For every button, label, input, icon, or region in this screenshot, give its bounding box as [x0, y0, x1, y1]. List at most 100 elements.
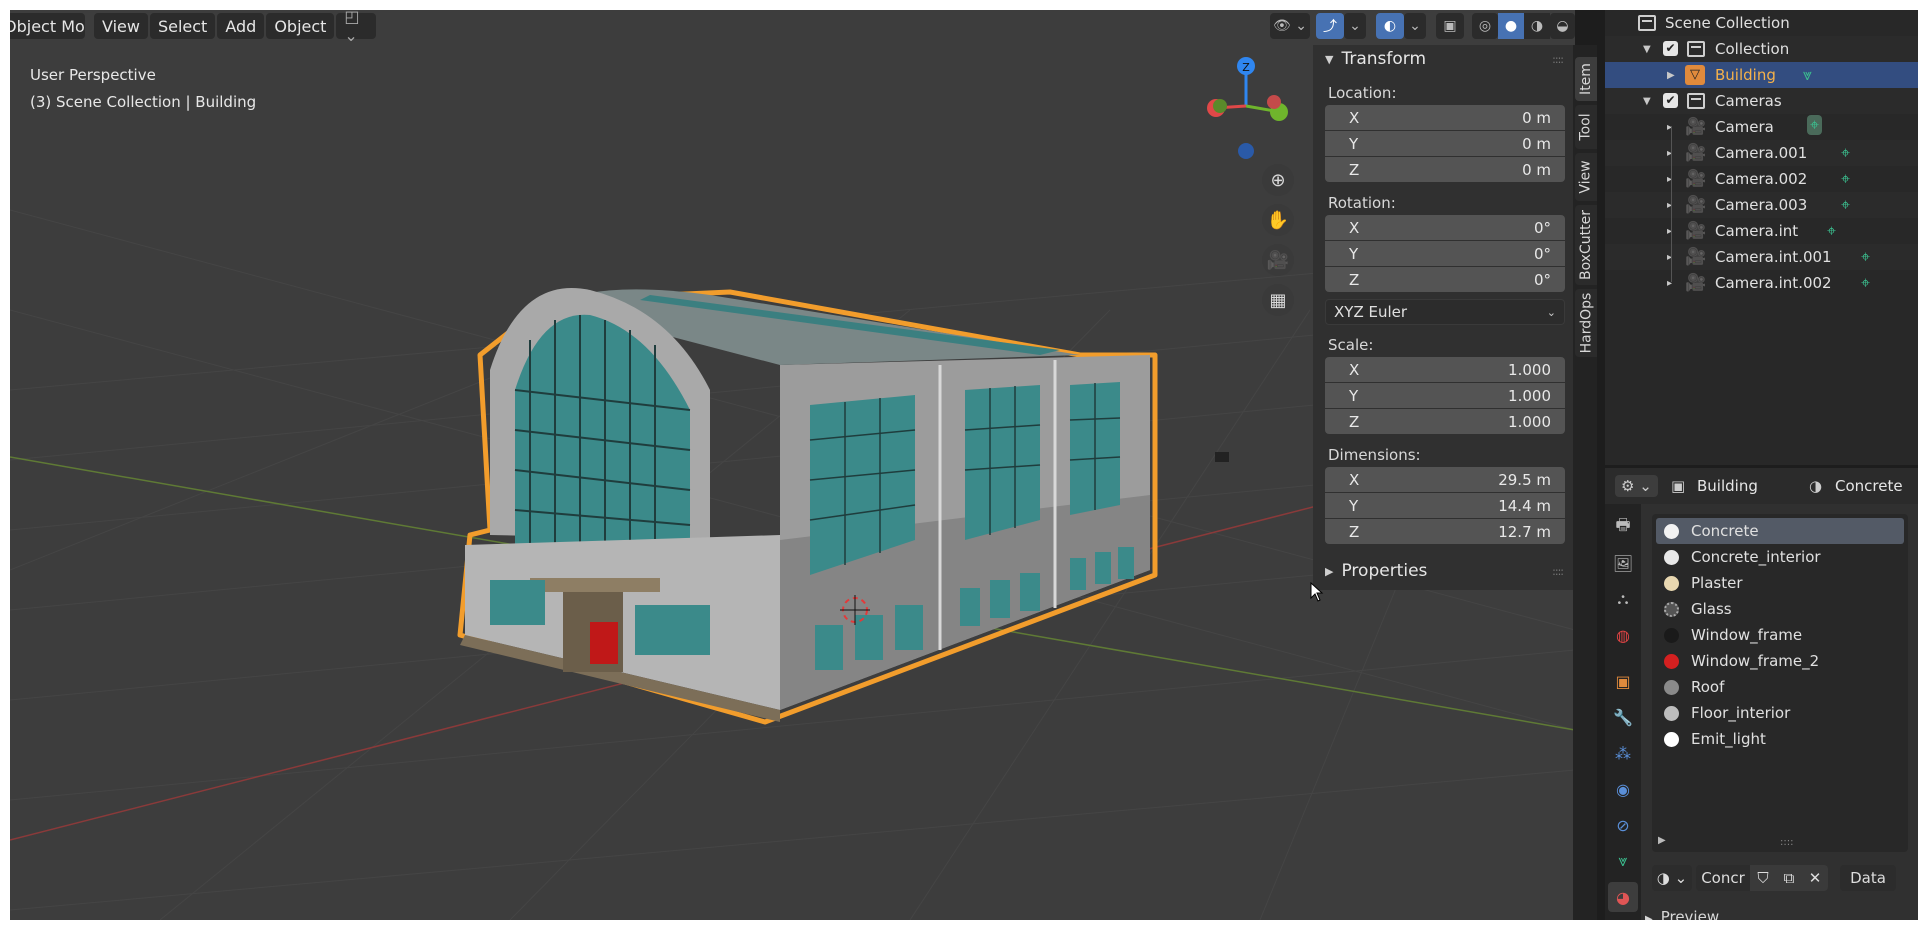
camera-data-icon[interactable]: ⌖ [1861, 247, 1870, 267]
camera-data-icon[interactable]: ⌖ [1861, 273, 1870, 293]
outliner-camera-int-001[interactable]: ▸ 🎥 Camera.int.001 ⌖ [1605, 244, 1918, 270]
camera-marker[interactable] [1215, 452, 1229, 462]
rotation-z-field[interactable]: Z 0° [1325, 267, 1565, 292]
outliner-camera[interactable]: ▸ 🎥 Camera ⌖ [1605, 114, 1918, 140]
navigation-gizmo[interactable]: Z [1196, 56, 1296, 159]
xray-toggle[interactable]: ▣ [1436, 13, 1464, 39]
transform-panel-header[interactable]: ▼ Transform :::: [1313, 45, 1573, 73]
link-data-dropdown[interactable]: Data [1840, 865, 1896, 891]
zoom-button[interactable]: ⊕ [1262, 164, 1294, 196]
dimensions-z-field[interactable]: Z 12.7 m [1325, 519, 1565, 544]
physics-tab[interactable]: ◉ [1608, 774, 1638, 804]
material-slot-plaster[interactable]: Plaster [1656, 570, 1904, 596]
scale-x-field[interactable]: X 1.000 [1325, 357, 1565, 382]
menu-add[interactable]: Add [217, 13, 265, 39]
perspective-toggle-button[interactable]: ▦ [1262, 284, 1294, 316]
properties-panel-header[interactable]: ▶ Properties :::: [1313, 557, 1573, 585]
expand-arrow-icon[interactable]: ▼ [1643, 44, 1651, 55]
output-tab[interactable]: 🖼 [1608, 548, 1638, 578]
overlays-toggle[interactable]: ◐ [1376, 13, 1404, 39]
material-slot-roof[interactable]: Roof [1656, 674, 1904, 700]
material-slot-window-frame[interactable]: Window_frame [1656, 622, 1904, 648]
outliner-camera-002[interactable]: ▸ 🎥 Camera.002 ⌖ [1605, 166, 1918, 192]
outliner-camera-int[interactable]: ▸ 🎥 Camera.int ⌖ [1605, 218, 1918, 244]
expand-arrow-icon[interactable]: ▶ [1658, 835, 1666, 846]
exclude-checkbox[interactable]: ✔ [1663, 41, 1678, 56]
dimensions-x-field[interactable]: X 29.5 m [1325, 467, 1565, 492]
resize-handle-icon[interactable]: :::: [1780, 837, 1793, 848]
world-tab[interactable]: ◍ [1608, 620, 1638, 650]
material-slot-concrete-interior[interactable]: Concrete_interior [1656, 544, 1904, 570]
browse-material-button[interactable]: ◑ ⌄ [1652, 865, 1692, 891]
object-tab[interactable]: ▣ [1608, 666, 1638, 696]
data-tab[interactable]: ⩔ [1608, 846, 1638, 876]
visibility-dropdown[interactable]: 👁 ⌄ [1270, 13, 1310, 39]
constraints-tab[interactable]: ⊘ [1608, 810, 1638, 840]
exclude-checkbox[interactable]: ✔ [1663, 93, 1678, 108]
overlays-dropdown[interactable]: ⌄ [1404, 13, 1426, 39]
fake-user-button[interactable]: ⛉ [1750, 865, 1776, 891]
scene-tab[interactable]: ⛬ [1608, 584, 1638, 614]
outliner-camera-int-002[interactable]: ▸ 🎥 Camera.int.002 ⌖ [1605, 270, 1918, 296]
editor-type-dropdown[interactable]: ⚙ ⌄ [1615, 475, 1658, 497]
pan-button[interactable]: ✋ [1262, 204, 1294, 236]
outliner-camera-003[interactable]: ▸ 🎥 Camera.003 ⌖ [1605, 192, 1918, 218]
outliner-collection[interactable]: ▼ ✔ Collection [1605, 36, 1918, 62]
menu-select[interactable]: Select [149, 13, 216, 39]
modifier-tab[interactable]: 🔧 [1608, 702, 1638, 732]
tab-boxcutter[interactable]: BoxCutter [1575, 205, 1597, 285]
gizmo-toggle[interactable]: ⤴ [1316, 13, 1344, 39]
material-slot-emit-light[interactable]: Emit_light [1656, 726, 1904, 752]
rotation-y-field[interactable]: Y 0° [1325, 241, 1565, 266]
tab-view[interactable]: View [1575, 153, 1597, 201]
menu-view[interactable]: View [94, 13, 148, 39]
camera-data-icon[interactable]: ⌖ [1807, 115, 1823, 135]
material-slot-concrete[interactable]: Concrete [1656, 518, 1904, 544]
tab-tool[interactable]: Tool [1575, 105, 1597, 149]
camera-data-icon[interactable]: ⌖ [1841, 195, 1850, 215]
render-tab[interactable]: 🖶 [1608, 512, 1638, 542]
3d-viewport[interactable]: Z Object Mode ⌄ View Select Add Object ◰… [10, 10, 1575, 920]
material-slot-window-frame-2[interactable]: Window_frame_2 [1656, 648, 1904, 674]
material-slot-floor-interior[interactable]: Floor_interior [1656, 700, 1904, 726]
expand-arrow-icon[interactable]: ▶ [1667, 70, 1675, 81]
camera-data-icon[interactable]: ⌖ [1841, 143, 1850, 163]
rotation-mode-dropdown[interactable]: XYZ Euler ⌄ [1325, 299, 1565, 325]
unlink-material-button[interactable]: ✕ [1802, 865, 1828, 891]
transform-orientation-dropdown[interactable]: ◰ ⌄ [336, 10, 377, 45]
shading-solid-button[interactable]: ● [1498, 13, 1524, 39]
location-y-field[interactable]: Y 0 m [1325, 131, 1565, 156]
interaction-mode-dropdown[interactable]: Object Mode ⌄ [10, 13, 85, 39]
particles-tab[interactable]: ⁂ [1608, 738, 1638, 768]
tab-item[interactable]: Item [1575, 57, 1597, 101]
expand-arrow-icon[interactable]: ▼ [1643, 96, 1651, 107]
material-slot-glass[interactable]: Glass [1656, 596, 1904, 622]
scale-y-field[interactable]: Y 1.000 [1325, 383, 1565, 408]
shading-rendered-button[interactable]: ◒ [1550, 13, 1575, 39]
drag-handle-icon[interactable]: :::: [1552, 565, 1564, 578]
camera-data-icon[interactable]: ⌖ [1827, 221, 1836, 241]
material-tab[interactable]: ◕ [1608, 882, 1638, 912]
shading-wireframe-button[interactable]: ◎ [1472, 13, 1498, 39]
outliner-camera-001[interactable]: ▸ 🎥 Camera.001 ⌖ [1605, 140, 1918, 166]
camera-data-icon[interactable]: ⌖ [1841, 169, 1850, 189]
scale-z-field[interactable]: Z 1.000 [1325, 409, 1565, 434]
rotation-x-field[interactable]: X 0° [1325, 215, 1565, 240]
gizmo-dropdown[interactable]: ⌄ [1344, 13, 1366, 39]
menu-object[interactable]: Object [266, 13, 335, 39]
material-name-field[interactable]: Concr [1696, 865, 1750, 891]
outliner-building[interactable]: ▶ ▽ Building ⩔ [1605, 62, 1918, 88]
camera-view-button[interactable]: 🎥 [1262, 244, 1294, 276]
shading-material-button[interactable]: ◑ [1524, 13, 1550, 39]
outliner-scene-collection[interactable]: Scene Collection [1605, 10, 1918, 36]
tab-hardops[interactable]: HardOps [1575, 289, 1597, 357]
drag-handle-icon[interactable]: :::: [1552, 53, 1564, 66]
building-object[interactable] [457, 287, 1158, 725]
location-x-field[interactable]: X 0 m [1325, 105, 1565, 130]
dimensions-y-field[interactable]: Y 14.4 m [1325, 493, 1565, 518]
mesh-data-icon[interactable]: ⩔ [1803, 65, 1812, 85]
preview-panel-header[interactable]: ▶ Preview [1645, 908, 1719, 920]
new-material-button[interactable]: ⧉ [1776, 865, 1802, 891]
outliner-cameras-collection[interactable]: ▼ ✔ Cameras [1605, 88, 1918, 114]
location-z-field[interactable]: Z 0 m [1325, 157, 1565, 182]
